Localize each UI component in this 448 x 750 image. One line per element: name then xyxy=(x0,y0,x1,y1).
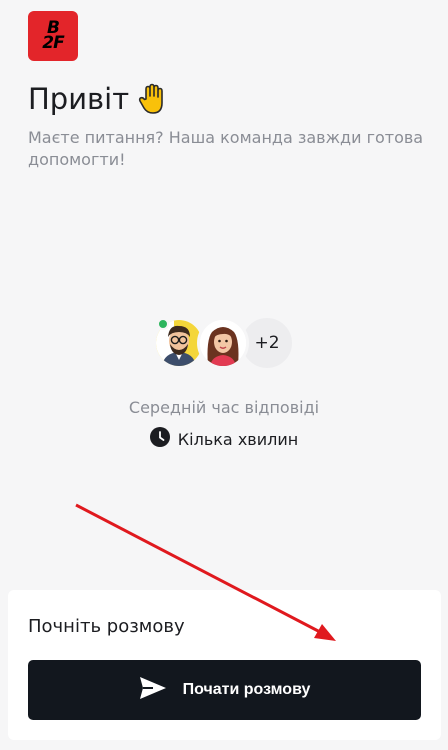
agent-avatar-female xyxy=(197,317,249,369)
clock-icon xyxy=(149,427,170,451)
response-time-value-row: Кілька хвилин xyxy=(0,427,448,451)
brand-logo: B 2F xyxy=(28,11,78,61)
start-conversation-label: Почати розмову xyxy=(182,681,311,698)
send-icon xyxy=(139,676,167,705)
response-time-value: Кілька хвилин xyxy=(177,429,299,449)
greeting-heading: Привіт xyxy=(28,82,167,116)
support-team-avatars: +2 xyxy=(0,315,448,371)
support-subtitle: Маєте питання? Наша команда завжди готов… xyxy=(28,128,424,169)
start-conversation-title: Почніть розмову xyxy=(28,616,185,637)
start-conversation-button[interactable]: Почати розмову xyxy=(28,660,421,720)
raised-hand-icon xyxy=(137,83,167,115)
start-conversation-card: Почніть розмову Почати розмову xyxy=(8,590,441,740)
greeting-text: Привіт xyxy=(28,82,130,116)
logo-line-2: 2F xyxy=(42,33,64,53)
online-status-indicator xyxy=(157,318,169,330)
response-time-label: Середній час відповіді xyxy=(128,398,320,417)
